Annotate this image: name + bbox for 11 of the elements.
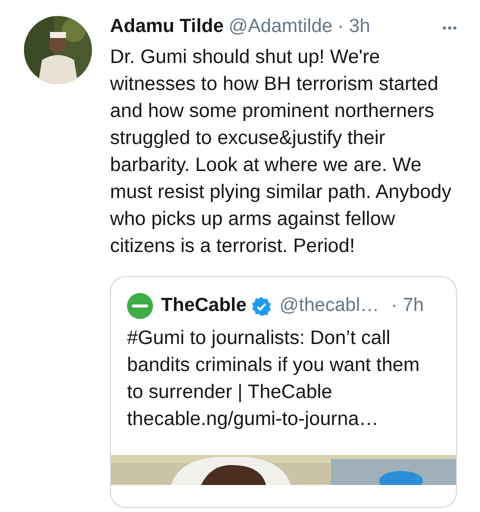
- quoted-tweet-card[interactable]: TheCable @thecabl… · 7h #Gumi to journalists: Don’t call bandits criminals if you want them to surrender | TheCable thecable.ng/gumi-to-journa…: [110, 276, 457, 508]
- author-name[interactable]: Adamu Tilde: [110, 16, 224, 38]
- quoted-tweet-time[interactable]: · 7h: [391, 295, 424, 317]
- author-handle[interactable]: @Adamtilde: [228, 16, 332, 38]
- logo-icon: [127, 293, 153, 319]
- quoted-author-name[interactable]: TheCable: [161, 295, 247, 317]
- more-button[interactable]: •••: [440, 21, 460, 35]
- link-text[interactable]: thecable.ng/gumi-to-journa…: [111, 406, 456, 433]
- quoted-author-handle[interactable]: @thecabl…: [280, 295, 380, 317]
- tweet-time[interactable]: · 3h: [337, 16, 370, 38]
- tweet-text: Dr. Gumi should shut up! We're witnesses to how BH terrorism started and how some prominent northerners struggled to excuse&justify their barbarity. Look at where we are. We must resist plying similar path. Anybody who picks up arms against fellow citizens is a terrorist. Period!: [110, 45, 452, 259]
